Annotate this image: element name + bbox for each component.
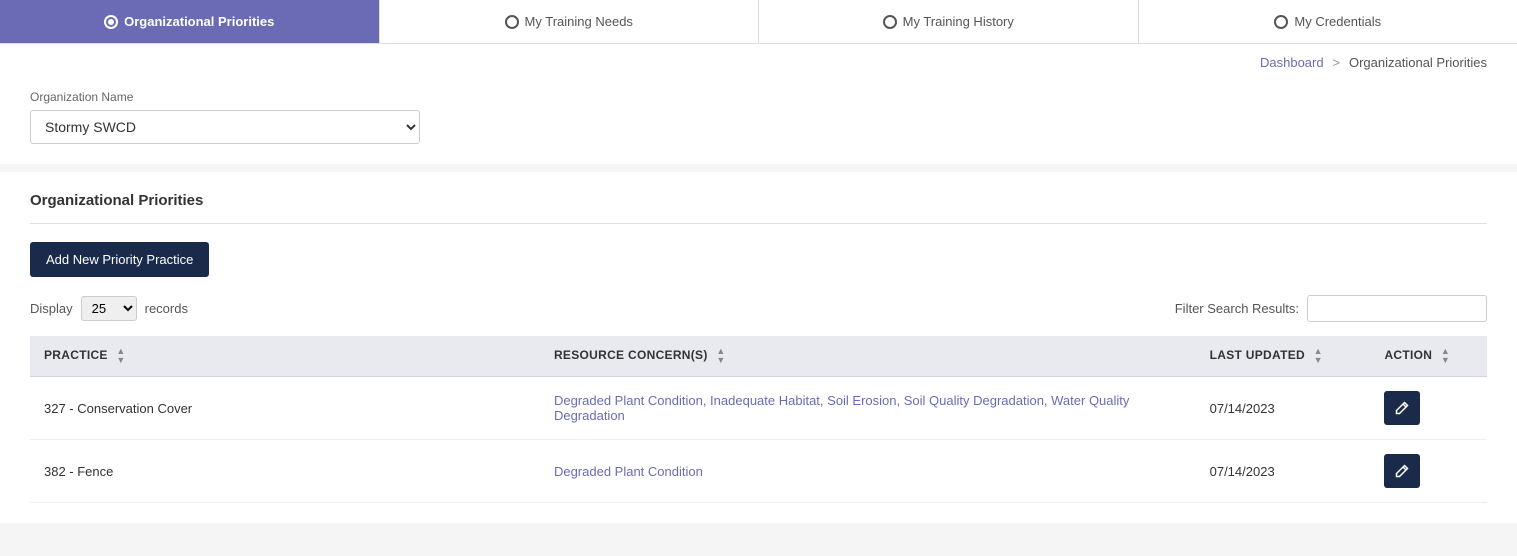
- tab-label-org: Organizational Priorities: [124, 14, 274, 29]
- concern-link-1[interactable]: Degraded Plant Condition: [554, 464, 703, 479]
- pencil-icon: [1395, 401, 1409, 415]
- practice-link-1[interactable]: 382 - Fence: [44, 464, 113, 479]
- tab-label-training-history: My Training History: [903, 14, 1014, 29]
- tab-bar: Organizational Priorities My Training Ne…: [0, 0, 1517, 44]
- section-title: Organizational Priorities: [30, 192, 1487, 224]
- controls-row: Display 25 10 50 100 records Filter Sear…: [30, 295, 1487, 322]
- org-name-label: Organization Name: [30, 90, 1487, 104]
- sort-arrows-action: ▲ ▼: [1441, 347, 1450, 365]
- filter-label: Filter Search Results:: [1175, 301, 1299, 316]
- action-cell: [1370, 377, 1487, 440]
- col-header-action[interactable]: ACTION ▲ ▼: [1370, 336, 1487, 377]
- resource-cell: Degraded Plant Condition, Inadequate Hab…: [540, 377, 1196, 440]
- filter-search-input[interactable]: [1307, 295, 1487, 322]
- edit-button-0[interactable]: [1384, 391, 1420, 425]
- breadcrumb: Dashboard > Organizational Priorities: [0, 44, 1517, 70]
- edit-button-1[interactable]: [1384, 454, 1420, 488]
- sort-arrows-updated: ▲ ▼: [1314, 347, 1323, 365]
- display-count-select[interactable]: 25 10 50 100: [81, 296, 137, 321]
- breadcrumb-current: Organizational Priorities: [1349, 55, 1487, 70]
- add-new-priority-practice-button[interactable]: Add New Priority Practice: [30, 242, 209, 277]
- priority-practices-table: PRACTICE ▲ ▼ RESOURCE CONCERN(S) ▲ ▼ LAS…: [30, 336, 1487, 503]
- practice-cell: 382 - Fence: [30, 440, 540, 503]
- sort-arrows-practice: ▲ ▼: [116, 347, 125, 365]
- practice-link-0[interactable]: 327 - Conservation Cover: [44, 401, 192, 416]
- tab-radio-org: [104, 15, 118, 29]
- org-name-select[interactable]: Stormy SWCD: [30, 110, 420, 144]
- records-label: records: [145, 301, 188, 316]
- tab-my-credentials[interactable]: My Credentials: [1139, 0, 1517, 43]
- updated-cell: 07/14/2023: [1196, 377, 1371, 440]
- table-row: 327 - Conservation Cover Degraded Plant …: [30, 377, 1487, 440]
- tab-radio-credentials: [1274, 15, 1288, 29]
- col-header-practice[interactable]: PRACTICE ▲ ▼: [30, 336, 540, 377]
- tab-radio-training-history: [883, 15, 897, 29]
- tab-my-training-history[interactable]: My Training History: [759, 0, 1139, 43]
- display-label: Display: [30, 301, 73, 316]
- sort-arrows-resource: ▲ ▼: [716, 347, 725, 365]
- tab-label-training-needs: My Training Needs: [525, 14, 633, 29]
- action-cell: [1370, 440, 1487, 503]
- tab-radio-training-needs: [505, 15, 519, 29]
- tab-my-training-needs[interactable]: My Training Needs: [380, 0, 760, 43]
- resource-cell: Degraded Plant Condition: [540, 440, 1196, 503]
- breadcrumb-separator: >: [1333, 55, 1341, 70]
- table-row: 382 - Fence Degraded Plant Condition 07/…: [30, 440, 1487, 503]
- table-header-row: PRACTICE ▲ ▼ RESOURCE CONCERN(S) ▲ ▼ LAS…: [30, 336, 1487, 377]
- filter-group: Filter Search Results:: [1175, 295, 1487, 322]
- display-group: Display 25 10 50 100 records: [30, 296, 188, 321]
- pencil-icon: [1395, 464, 1409, 478]
- org-section: Organization Name Stormy SWCD: [0, 70, 1517, 164]
- col-header-resource[interactable]: RESOURCE CONCERN(S) ▲ ▼: [540, 336, 1196, 377]
- col-header-updated[interactable]: LAST UPDATED ▲ ▼: [1196, 336, 1371, 377]
- practice-cell: 327 - Conservation Cover: [30, 377, 540, 440]
- updated-cell: 07/14/2023: [1196, 440, 1371, 503]
- concern-link-0[interactable]: Degraded Plant Condition, Inadequate Hab…: [554, 393, 1129, 423]
- tab-organizational-priorities[interactable]: Organizational Priorities: [0, 0, 380, 43]
- main-section: Organizational Priorities Add New Priori…: [0, 172, 1517, 523]
- breadcrumb-dashboard-link[interactable]: Dashboard: [1260, 55, 1324, 70]
- tab-label-credentials: My Credentials: [1294, 14, 1381, 29]
